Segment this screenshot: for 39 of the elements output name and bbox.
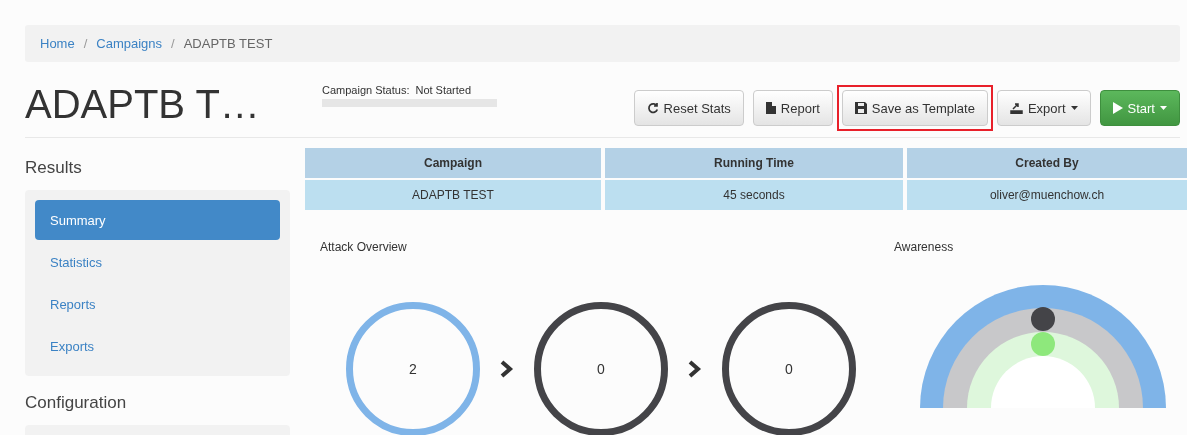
table-cell: 45 seconds (605, 180, 903, 210)
toolbar-button[interactable]: Export (996, 90, 1091, 126)
sidebar-item[interactable]: Statistics (35, 242, 280, 282)
section-title: Awareness (894, 240, 955, 254)
table-header: Created By (907, 148, 1187, 178)
file-icon (765, 102, 776, 114)
sidebar-item[interactable]: Exports (35, 326, 280, 366)
ring-count: 0 (785, 361, 793, 377)
table-header: Campaign (305, 148, 601, 178)
caret-icon (1160, 106, 1167, 110)
page-title: ADAPTB T… (25, 82, 261, 127)
table-cell: ADAPTB TEST (305, 180, 601, 210)
toolbar-button[interactable]: Report (752, 90, 833, 126)
save-icon (854, 102, 867, 114)
chevron-icon (688, 360, 702, 378)
breadcrumb-separator: / (171, 36, 175, 51)
sidebar-heading: Configuration (25, 393, 128, 414)
sidebar-item[interactable]: Reports (35, 284, 280, 324)
table-header: Running Time (605, 148, 903, 178)
breadcrumb-separator: / (83, 36, 88, 51)
toolbar-button[interactable]: Save as Template (841, 90, 988, 126)
refresh-icon (646, 102, 659, 114)
status-label: Campaign Status: (322, 84, 410, 96)
export-icon (1009, 102, 1023, 114)
breadcrumb-current: ADAPTB TEST (183, 36, 273, 51)
sidebar-item[interactable]: Summary (35, 200, 280, 240)
caret-icon (1070, 106, 1078, 110)
play-icon (1112, 102, 1123, 114)
status-value: Not Started (415, 84, 472, 96)
table-cell: oliver@muenchow.ch (907, 180, 1187, 210)
ring-count: 2 (409, 361, 417, 377)
ring-count: 0 (597, 361, 605, 377)
breadcrumb-link[interactable]: Campaigns (96, 36, 163, 51)
toolbar-button[interactable]: Start (1099, 90, 1180, 126)
section-title: Attack Overview (320, 240, 408, 254)
toolbar-button[interactable]: Reset Stats (633, 90, 744, 126)
chevron-icon (500, 360, 514, 378)
sidebar-heading: Results (25, 158, 83, 179)
breadcrumb-link[interactable]: Home (40, 36, 75, 51)
